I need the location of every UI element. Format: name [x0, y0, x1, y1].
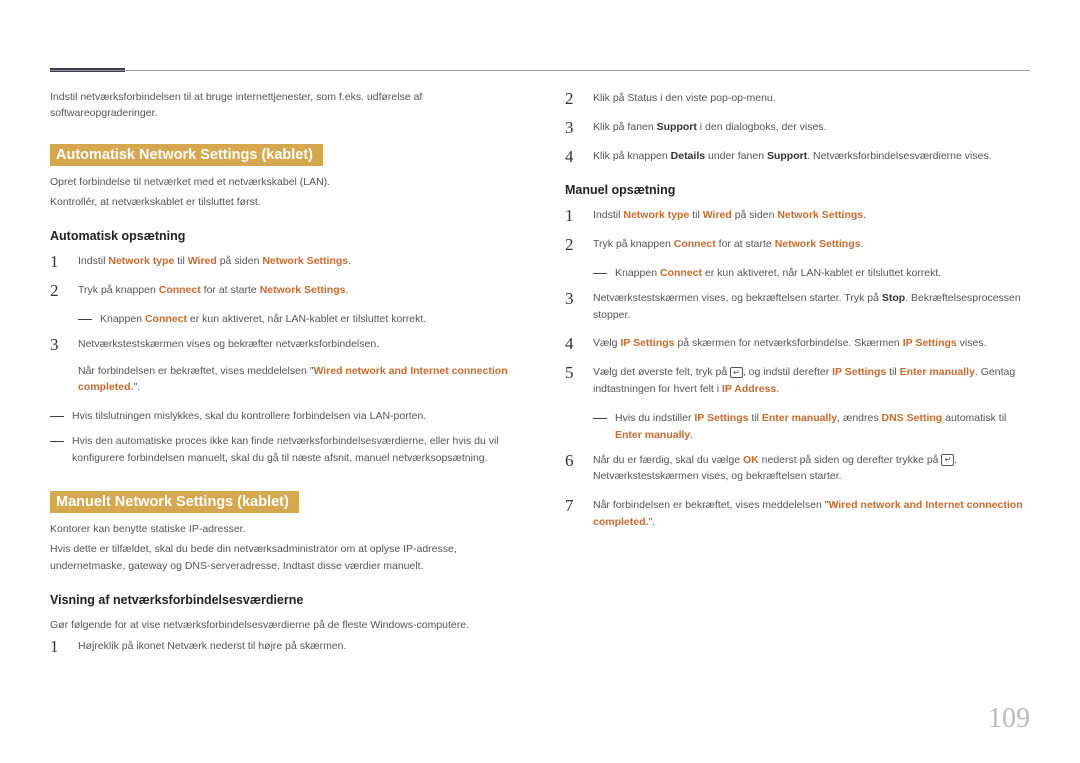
auto-note-connect: ― Knappen Connect er kun aktiveret, når …	[78, 311, 515, 328]
step-body: Netværkstestskærmen vises, og bekræftels…	[593, 290, 1030, 324]
section2-p1: Kontorer kan benytte statiske IP-adresse…	[50, 521, 515, 538]
auto-step-2: 2 Tryk på knappen Connect for at starte …	[50, 282, 515, 299]
man-note-connect: ― Knappen Connect er kun aktiveret, når …	[593, 265, 1030, 282]
step-number: 4	[565, 148, 579, 165]
step-body: Indstil Network type til Wired på siden …	[78, 253, 515, 270]
left-column: Indstil netværksforbindelsen til at brug…	[50, 90, 515, 667]
auto-step-1: 1 Indstil Network type til Wired på side…	[50, 253, 515, 270]
right-column: 2 Klik på Status i den viste pop-op-menu…	[565, 90, 1030, 667]
step-number: 1	[565, 207, 579, 224]
step-number: 2	[565, 236, 579, 253]
dash-icon: ―	[50, 433, 64, 447]
step-body: Klik på knappen Details under fanen Supp…	[593, 148, 1030, 165]
view-step-4: 4 Klik på knappen Details under fanen Su…	[565, 148, 1030, 165]
step-number: 1	[50, 638, 64, 655]
man-step-6: 6 Når du er færdig, skal du vælge OK ned…	[565, 452, 1030, 486]
step-body: Tryk på knappen Connect for at starte Ne…	[78, 282, 515, 299]
section2-p2: Hvis dette er tilfældet, skal du bede di…	[50, 541, 515, 575]
step-body: Klik på Status i den viste pop-op-menu.	[593, 90, 1030, 107]
section1-p1: Opret forbindelse til netværket med et n…	[50, 174, 515, 191]
man-step-1: 1 Indstil Network type til Wired på side…	[565, 207, 1030, 224]
step-body: Indstil Network type til Wired på siden …	[593, 207, 1030, 224]
step-number: 4	[565, 335, 579, 352]
man-step-5: 5 Vælg det øverste felt, tryk på ↵, og i…	[565, 364, 1030, 398]
section-title-manual: Manuelt Network Settings (kablet)	[50, 491, 299, 513]
step-number: 3	[565, 119, 579, 136]
dash-icon: ―	[50, 408, 64, 422]
view-step-3: 3 Klik på fanen Support i den dialogboks…	[565, 119, 1030, 136]
step-body: Højreklik på ikonet Netværk nederst til …	[78, 638, 515, 655]
auto-step-3: 3 Netværkstestskærmen vises og bekræfter…	[50, 336, 515, 396]
step-body: Vælg IP Settings på skærmen for netværks…	[593, 335, 1030, 352]
subheading-manual-setup: Manuel opsætning	[565, 183, 1030, 197]
step-body: Når forbindelsen er bekræftet, vises med…	[593, 497, 1030, 531]
step-number: 2	[50, 282, 64, 299]
enter-icon: ↵	[730, 367, 743, 379]
enter-icon: ↵	[941, 454, 954, 466]
step-number: 3	[50, 336, 64, 353]
page-content: Indstil netværksforbindelsen til at brug…	[0, 0, 1080, 707]
step-body: Tryk på knappen Connect for at starte Ne…	[593, 236, 1030, 253]
step-body: Når du er færdig, skal du vælge OK neder…	[593, 452, 1030, 486]
section-title-auto: Automatisk Network Settings (kablet)	[50, 144, 323, 166]
step-body: Vælg det øverste felt, tryk på ↵, og ind…	[593, 364, 1030, 398]
step-number: 6	[565, 452, 579, 469]
step-number: 2	[565, 90, 579, 107]
subheading-view-values: Visning af netværksforbindelsesværdierne	[50, 593, 515, 607]
step-number: 7	[565, 497, 579, 514]
step-body: Klik på fanen Support i den dialogboks, …	[593, 119, 1030, 136]
step-body: Netværkstestskærmen vises og bekræfter n…	[78, 336, 515, 396]
dash-icon: ―	[593, 265, 607, 279]
man-step-2: 2 Tryk på knappen Connect for at starte …	[565, 236, 1030, 253]
man-step-7: 7 Når forbindelsen er bekræftet, vises m…	[565, 497, 1030, 531]
man-step-4: 4 Vælg IP Settings på skærmen for netvær…	[565, 335, 1030, 352]
header-rule	[50, 70, 1030, 71]
auto-note-fail: ― Hvis tilslutningen mislykkes, skal du …	[50, 408, 515, 425]
view-step-2: 2 Klik på Status i den viste pop-op-menu…	[565, 90, 1030, 107]
man-step-3: 3 Netværkstestskærmen vises, og bekræfte…	[565, 290, 1030, 324]
step-number: 1	[50, 253, 64, 270]
page-number: 109	[988, 703, 1030, 735]
dash-icon: ―	[593, 410, 607, 424]
step-number: 3	[565, 290, 579, 307]
step-number: 5	[565, 364, 579, 381]
intro-text: Indstil netværksforbindelsen til at brug…	[50, 90, 515, 122]
auto-note-manual: ― Hvis den automatiske proces ikke kan f…	[50, 433, 515, 467]
sub2-intro: Gør følgende for at vise netværksforbind…	[50, 617, 515, 634]
view-step-1: 1 Højreklik på ikonet Netværk nederst ti…	[50, 638, 515, 655]
man-note-dns: ― Hvis du indstiller IP Settings til Ent…	[593, 410, 1030, 444]
section1-p2: Kontrollér, at netværkskablet er tilslut…	[50, 194, 515, 211]
subheading-auto-setup: Automatisk opsætning	[50, 229, 515, 243]
dash-icon: ―	[78, 311, 92, 325]
